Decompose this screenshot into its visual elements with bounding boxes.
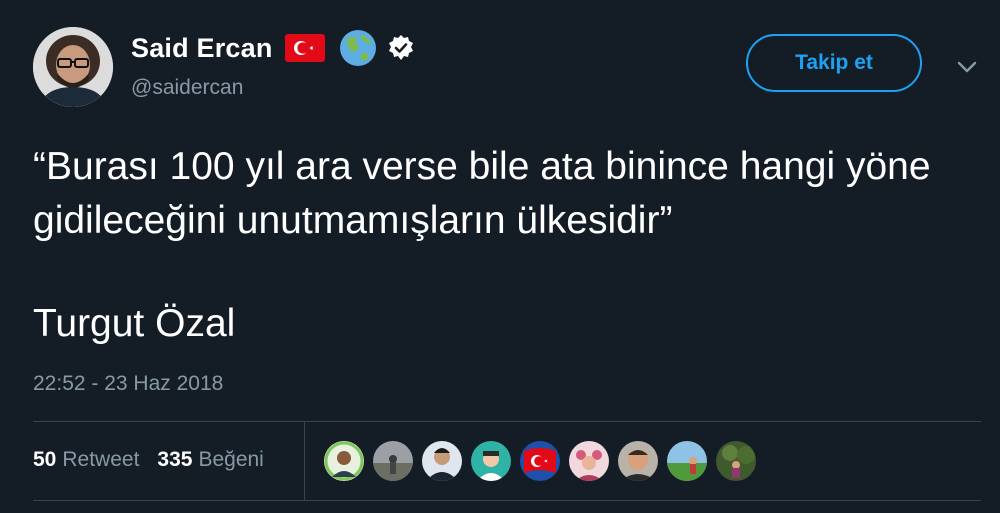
- liker-avatar-4[interactable]: [471, 441, 511, 481]
- like-number: 335: [157, 448, 193, 471]
- liker-avatar-2[interactable]: [373, 441, 413, 481]
- tweet-text: “Burası 100 yıl ara verse bile ata binin…: [33, 145, 931, 242]
- globe-icon: [339, 30, 376, 66]
- turkey-flag-icon: [284, 34, 325, 62]
- profile-avatar[interactable]: [33, 27, 113, 107]
- like-label: Beğeni: [198, 448, 264, 471]
- display-name[interactable]: Said Ercan: [131, 33, 273, 64]
- liker-avatar-9[interactable]: [716, 441, 756, 481]
- retweet-number: 50: [33, 448, 57, 471]
- like-count[interactable]: 335 Beğeni: [157, 448, 263, 472]
- tweet-timestamp[interactable]: 22:52 - 23 Haz 2018: [33, 372, 223, 396]
- liker-avatars: [324, 441, 765, 481]
- liker-avatar-5[interactable]: [520, 441, 560, 481]
- chevron-down-icon[interactable]: [955, 56, 979, 78]
- follow-button[interactable]: Takip et: [746, 34, 922, 92]
- liker-avatar-6[interactable]: [569, 441, 609, 481]
- liker-avatar-7[interactable]: [618, 441, 658, 481]
- divider-top: [33, 421, 981, 422]
- user-handle[interactable]: @saidercan: [131, 76, 243, 100]
- tweet-author-line: Turgut Özal: [33, 302, 236, 345]
- retweet-count[interactable]: 50 Retweet: [33, 448, 139, 472]
- stats-divider: [304, 422, 305, 500]
- divider-bottom: [33, 500, 981, 501]
- verified-badge-icon: [388, 35, 413, 60]
- liker-avatar-3[interactable]: [422, 441, 462, 481]
- tweet-stats: 50 Retweet 335 Beğeni: [33, 448, 264, 472]
- liker-avatar-8[interactable]: [667, 441, 707, 481]
- liker-avatar-1[interactable]: [324, 441, 364, 481]
- retweet-label: Retweet: [62, 448, 140, 471]
